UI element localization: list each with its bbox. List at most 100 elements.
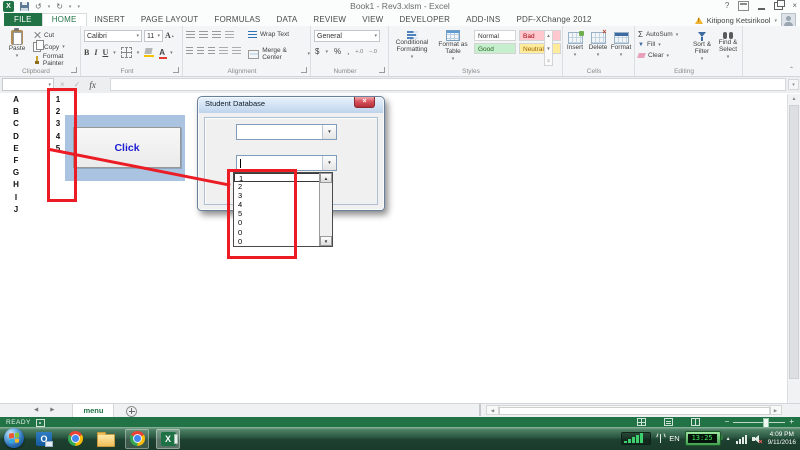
conditional-formatting-button[interactable]: Conditional Formatting▾ [391, 30, 433, 60]
delete-cells-button[interactable]: Delete▾ [587, 32, 609, 58]
comma-style-button[interactable]: , [347, 47, 349, 56]
dialog-close-button[interactable]: × [354, 97, 375, 108]
font-color-icon[interactable]: A [159, 49, 165, 56]
clipboard-dialog-launcher-icon[interactable] [71, 67, 77, 73]
find-select-button[interactable]: Find & Select▾ [716, 32, 740, 60]
start-button[interactable] [4, 428, 24, 448]
insert-function-button[interactable]: fx [89, 80, 96, 90]
volume-muted-icon[interactable]: × [752, 433, 763, 444]
name-box-dropdown-icon[interactable]: ▾ [48, 82, 51, 88]
grow-font-icon[interactable]: A [165, 31, 171, 40]
tab-data[interactable]: DATA [268, 13, 305, 26]
clear-button[interactable]: Clear▾ [638, 52, 669, 59]
horizontal-scroll-thumb[interactable] [499, 407, 771, 415]
formula-input[interactable] [110, 78, 786, 91]
next-sheet-icon[interactable]: ▶ [44, 404, 60, 417]
align-top-icon[interactable] [186, 31, 195, 38]
borders-icon[interactable] [121, 47, 132, 58]
merge-center-button[interactable]: Merge & Center ▾ [248, 47, 310, 61]
list-scroll-up-icon[interactable]: ▲ [320, 173, 332, 183]
cut-button[interactable]: Cut [33, 31, 54, 39]
restore-button[interactable] [774, 2, 783, 10]
orientation-icon[interactable] [225, 31, 234, 38]
antenna-icon[interactable] [656, 433, 664, 444]
tab-page-layout[interactable]: PAGE LAYOUT [133, 13, 206, 26]
autosum-button[interactable]: Σ AutoSum▾ [638, 30, 678, 39]
new-sheet-button[interactable] [126, 406, 137, 417]
click-button[interactable]: Click [73, 127, 181, 168]
sheet-tab-menu[interactable]: menu [72, 404, 114, 417]
worksheet[interactable]: A B C D E F G H I J 1 2 3 4 5 Click [0, 93, 800, 403]
format-cells-button[interactable]: Format▾ [610, 32, 632, 58]
list-scroll-down-icon[interactable]: ▼ [320, 236, 332, 246]
tab-insert[interactable]: INSERT [87, 13, 133, 26]
account-dropdown-icon[interactable]: ▾ [774, 18, 777, 24]
cell[interactable]: H [9, 179, 23, 191]
prev-sheet-icon[interactable]: ◀ [28, 404, 44, 417]
style-bad[interactable]: Bad [519, 30, 561, 41]
tab-file[interactable]: FILE [4, 13, 42, 26]
paste-button[interactable]: Paste ▾ [4, 30, 30, 59]
cell[interactable]: A [9, 94, 23, 106]
formula-bar-collapse-icon[interactable]: ▾ [788, 79, 799, 90]
vertical-scrollbar[interactable]: ▲ ▼ [787, 94, 800, 414]
decrease-decimal-icon[interactable]: −.0 [369, 49, 377, 55]
cell[interactable]: F [9, 155, 23, 167]
increase-decimal-icon[interactable]: +.0 [355, 49, 363, 55]
tab-home[interactable]: HOME [42, 13, 87, 26]
increase-indent-icon[interactable] [232, 47, 241, 54]
align-left-icon[interactable] [186, 47, 193, 54]
list-scrollbar[interactable]: ▲ ▼ [319, 173, 332, 246]
taskbar-clock[interactable]: 4:09 PM 9/11/2016 [768, 431, 796, 447]
scroll-left-icon[interactable]: ◀ [487, 406, 499, 414]
fill-color-icon[interactable] [144, 48, 154, 57]
taskbar-excel[interactable]: X [156, 429, 180, 449]
format-painter-button[interactable]: Format Painter [33, 53, 80, 67]
combobox-1[interactable]: ▼ [236, 124, 337, 140]
collapse-ribbon-icon[interactable]: ⌃ [789, 66, 794, 73]
zoom-slider[interactable] [733, 422, 785, 423]
vertical-scroll-thumb[interactable] [789, 105, 799, 379]
signal-meter-icon[interactable] [621, 432, 651, 445]
combobox-2-dropdown-icon[interactable]: ▼ [322, 156, 336, 170]
style-good[interactable]: Good [474, 43, 516, 54]
cell[interactable]: C [9, 118, 23, 130]
number-format-select[interactable]: General▾ [314, 30, 380, 42]
scroll-right-icon[interactable]: ▶ [769, 406, 781, 414]
cell[interactable]: D [9, 131, 23, 143]
tab-developer[interactable]: DEVELOPER [391, 13, 458, 26]
tab-review[interactable]: REVIEW [305, 13, 354, 26]
tab-scroll-splitter[interactable] [479, 404, 481, 416]
wrap-text-button[interactable]: Wrap Text [248, 31, 289, 38]
taskbar-explorer[interactable] [94, 429, 118, 449]
font-size-select[interactable]: 11▾ [144, 30, 163, 42]
page-layout-view-icon[interactable] [664, 418, 673, 426]
zoom-out-icon[interactable]: − [725, 418, 730, 426]
underline-button[interactable]: U [102, 48, 108, 57]
sort-filter-button[interactable]: Sort & Filter▾ [690, 32, 714, 62]
normal-view-icon[interactable] [637, 418, 646, 426]
alignment-dialog-launcher-icon[interactable] [301, 67, 307, 73]
cell[interactable]: J [9, 204, 23, 216]
hidden-icons-chevron[interactable]: ▲ [726, 436, 731, 442]
accounting-format-button[interactable]: $ [315, 47, 319, 56]
italic-button[interactable]: I [94, 48, 97, 57]
grow-shrink-font[interactable]: A▴ [165, 31, 174, 40]
tab-view[interactable]: VIEW [354, 13, 391, 26]
scroll-up-icon[interactable]: ▲ [788, 94, 800, 104]
macro-record-icon[interactable] [36, 419, 45, 427]
tab-formulas[interactable]: FORMULAS [206, 13, 268, 26]
fill-button[interactable]: ▼ Fill▾ [638, 41, 661, 48]
horizontal-scrollbar[interactable]: ◀ ▶ [486, 405, 782, 415]
minimize-button[interactable] [758, 8, 765, 10]
zoom-in-icon[interactable]: + [789, 418, 794, 426]
align-middle-icon[interactable] [199, 31, 208, 38]
battery-widget[interactable]: 13:25 [685, 431, 721, 446]
tab-add-ins[interactable]: ADD-INS [458, 13, 508, 26]
language-indicator[interactable]: EN [669, 434, 679, 443]
format-as-table-button[interactable]: Format as Table▾ [435, 30, 471, 62]
cell[interactable]: I [9, 192, 23, 204]
style-neutral[interactable]: Neutral [519, 43, 561, 54]
taskbar-chrome-pinned[interactable] [63, 429, 87, 449]
close-button[interactable]: × [792, 1, 797, 11]
